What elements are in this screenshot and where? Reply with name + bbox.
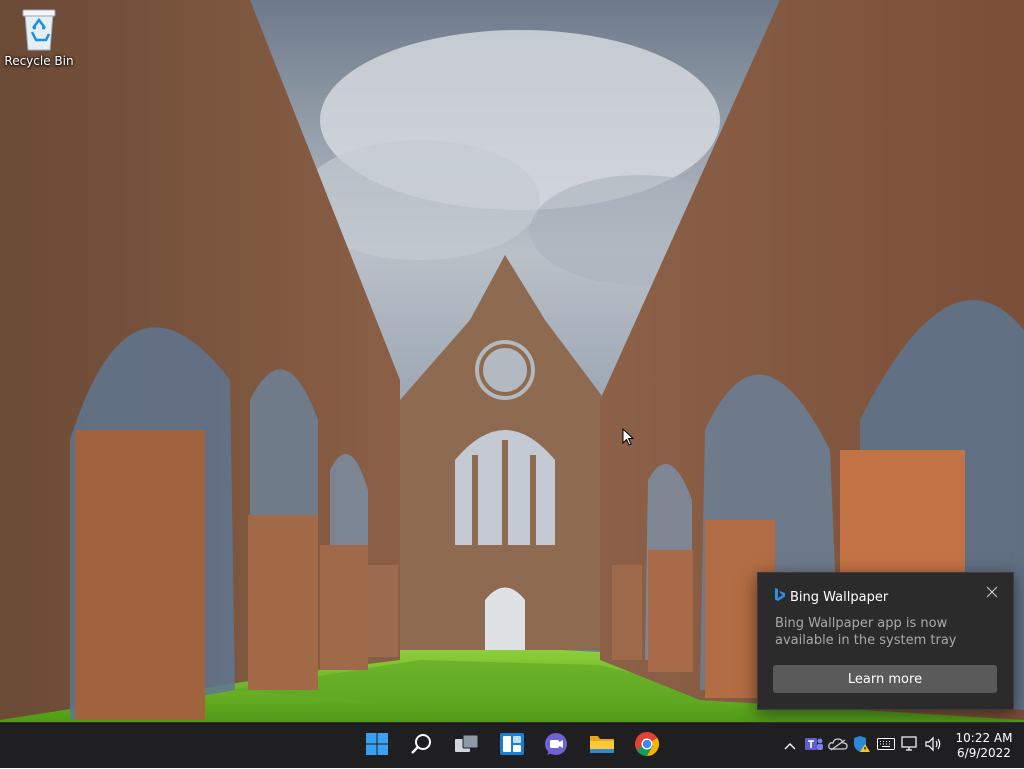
task-view-button[interactable]: [450, 728, 483, 764]
close-icon[interactable]: [983, 583, 1001, 601]
file-explorer-button[interactable]: [585, 728, 618, 764]
search-button[interactable]: [405, 728, 438, 764]
security-warning-icon: [853, 735, 871, 758]
chat-button[interactable]: [540, 728, 573, 764]
taskbar-pinned-apps: [360, 723, 663, 769]
onedrive-icon: [828, 737, 848, 756]
search-icon: [410, 732, 434, 761]
keyboard-tray-button[interactable]: [874, 731, 898, 761]
volume-tray-button[interactable]: [922, 731, 946, 761]
volume-icon: [925, 736, 943, 757]
taskbar-clock[interactable]: 10:22 AM 6/9/2022: [950, 731, 1018, 761]
teams-icon: [805, 736, 823, 757]
task-view-icon: [454, 733, 480, 760]
widgets-icon: [499, 732, 525, 761]
chrome-icon: [634, 731, 660, 762]
network-icon: [901, 735, 919, 757]
show-hidden-icons-button[interactable]: [778, 731, 802, 761]
windows-security-tray-button[interactable]: [850, 731, 874, 761]
recycle-bin-shortcut[interactable]: Recycle Bin: [4, 6, 74, 68]
chrome-button[interactable]: [630, 728, 663, 764]
notification-toast[interactable]: Bing Wallpaper Bing Wallpaper app is now…: [757, 572, 1014, 710]
bing-icon: [774, 588, 786, 607]
teams-chat-icon: [544, 732, 570, 761]
clock-time: 10:22 AM: [955, 731, 1013, 745]
clock-date: 6/9/2022: [957, 746, 1011, 760]
file-explorer-icon: [589, 732, 615, 761]
mouse-pointer-icon: [622, 427, 635, 451]
network-tray-button[interactable]: [898, 731, 922, 761]
teams-tray-button[interactable]: [802, 731, 826, 761]
widgets-button[interactable]: [495, 728, 528, 764]
show-desktop-button[interactable]: [1018, 723, 1024, 769]
system-tray: 10:22 AM 6/9/2022: [778, 723, 1024, 769]
windows-start-icon: [365, 732, 389, 761]
learn-more-button[interactable]: Learn more: [773, 665, 997, 693]
recycle-bin-label: Recycle Bin: [4, 54, 74, 68]
taskbar: 10:22 AM 6/9/2022: [0, 722, 1024, 768]
toast-message: Bing Wallpaper app is now available in t…: [775, 616, 957, 648]
onedrive-tray-button[interactable]: [826, 731, 850, 761]
recycle-bin-icon: [19, 6, 59, 52]
toast-header: Bing Wallpaper: [774, 588, 888, 607]
toast-app-name: Bing Wallpaper: [790, 590, 889, 605]
keyboard-icon: [877, 737, 895, 755]
start-button[interactable]: [360, 728, 393, 764]
chevron-up-icon: [784, 737, 796, 755]
